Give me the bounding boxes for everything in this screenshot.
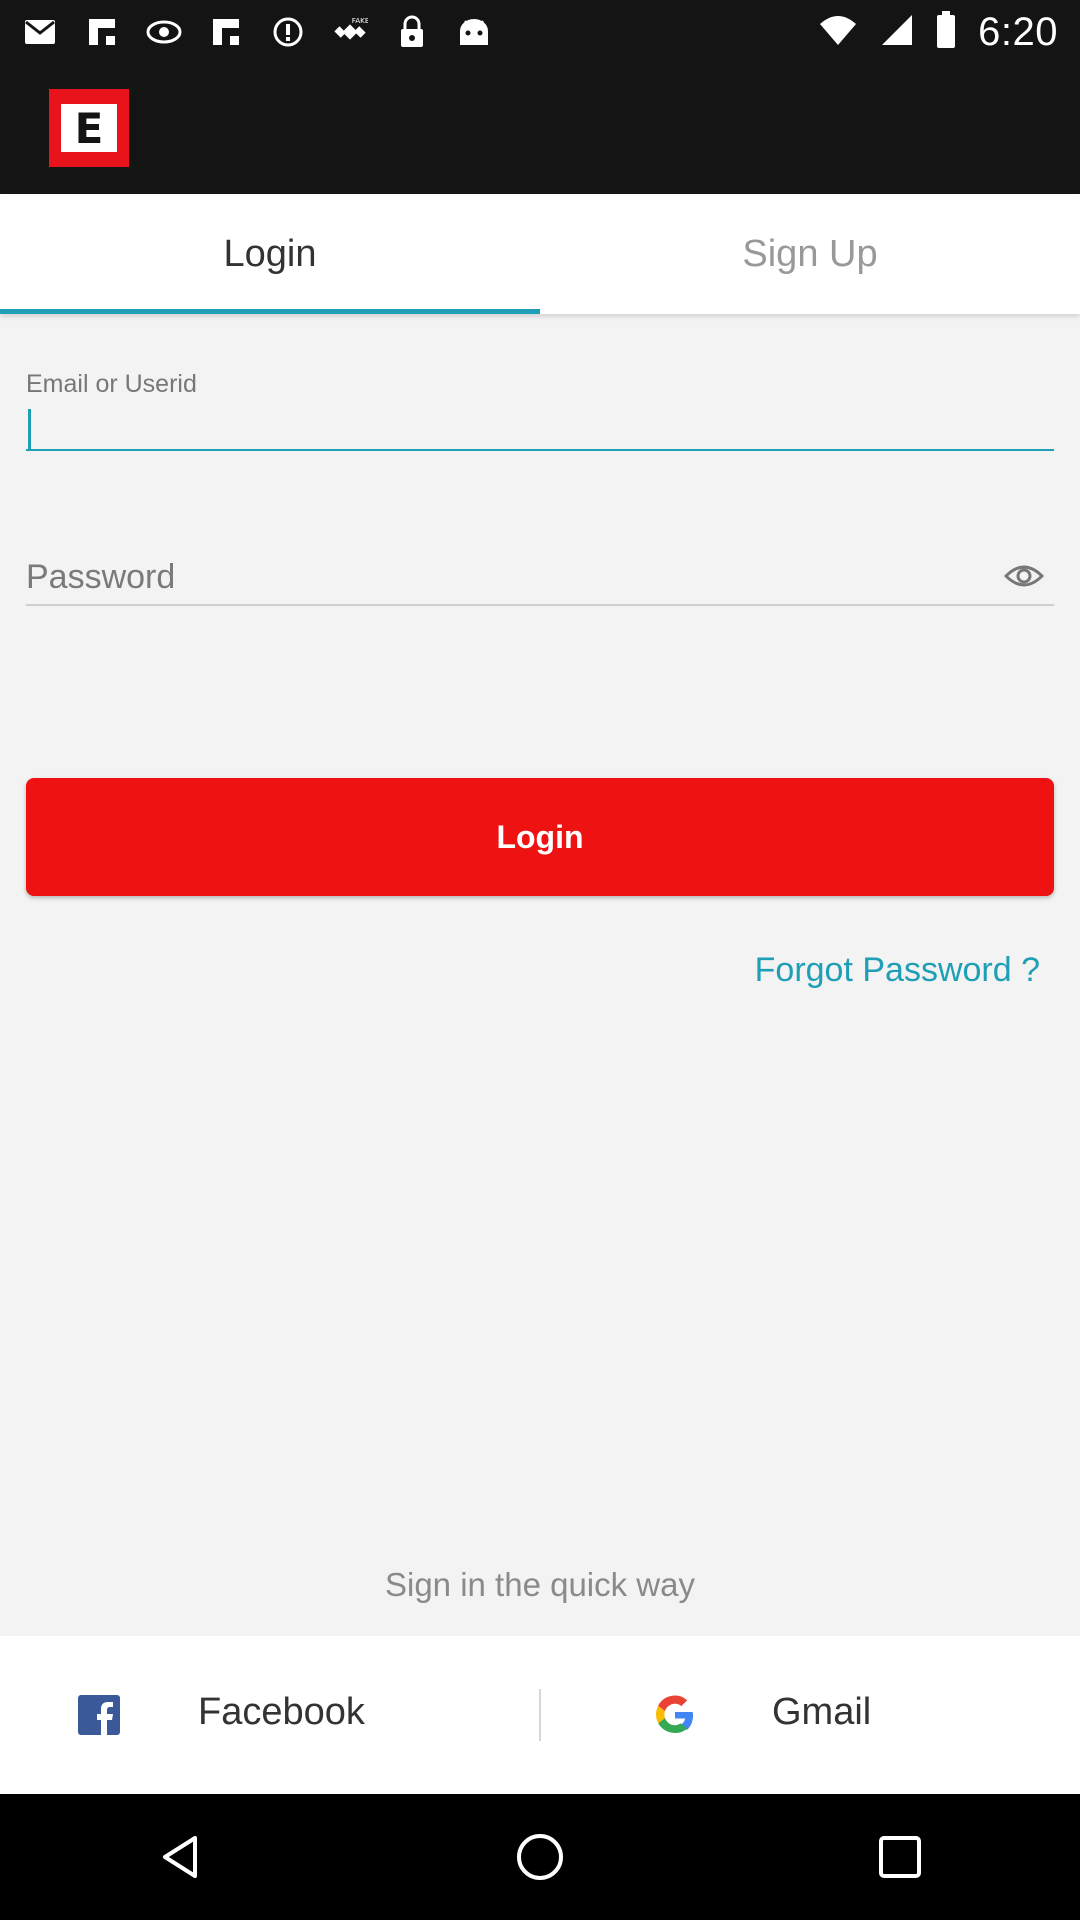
email-field[interactable]: Email or Userid bbox=[26, 370, 1054, 451]
app-logo-letter: E bbox=[61, 104, 117, 153]
gmail-label: Gmail bbox=[772, 1691, 872, 1733]
wifi-icon bbox=[818, 14, 858, 51]
show-password-icon[interactable] bbox=[1003, 562, 1045, 590]
system-status: 6:20 bbox=[818, 10, 1058, 55]
flipboard-icon bbox=[208, 14, 244, 50]
password-placeholder: Password bbox=[26, 557, 176, 596]
back-button[interactable] bbox=[150, 1827, 210, 1887]
svg-text:FAKE: FAKE bbox=[352, 16, 368, 25]
text-cursor bbox=[28, 409, 31, 449]
android-icon bbox=[456, 14, 492, 50]
tab-sign-up[interactable]: Sign Up bbox=[540, 194, 1080, 314]
email-label: Email or Userid bbox=[26, 370, 197, 398]
email-input[interactable] bbox=[26, 407, 1054, 451]
quick-signin-heading: Sign in the quick way bbox=[384, 1566, 695, 1603]
login-button[interactable]: Login bbox=[26, 778, 1054, 896]
auth-tabs: Login Sign Up bbox=[0, 194, 1080, 314]
facebook-icon bbox=[78, 1695, 120, 1735]
home-circle-icon bbox=[517, 1834, 563, 1880]
app-bar: E bbox=[0, 64, 1080, 194]
tab-login[interactable]: Login bbox=[0, 194, 540, 314]
home-button[interactable] bbox=[510, 1827, 570, 1887]
signal-icon bbox=[880, 13, 914, 52]
lock-icon bbox=[394, 14, 430, 50]
social-login-bar: Facebook Gmail bbox=[0, 1636, 1080, 1794]
status-bar: FAKE 6:20 bbox=[0, 0, 1080, 64]
email-icon bbox=[22, 14, 58, 50]
gmail-login-button[interactable]: Gmail bbox=[541, 1636, 1080, 1794]
notification-icons: FAKE bbox=[22, 14, 492, 50]
facebook-label: Facebook bbox=[198, 1691, 365, 1733]
app-logo: E bbox=[49, 89, 129, 167]
google-icon bbox=[653, 1693, 697, 1737]
eye-icon bbox=[146, 14, 182, 50]
flipboard-icon bbox=[84, 14, 120, 50]
facebook-login-button[interactable]: Facebook bbox=[0, 1636, 539, 1794]
forgot-password-link[interactable]: Forgot Password ? bbox=[755, 951, 1040, 990]
password-input[interactable]: Password bbox=[26, 550, 1054, 606]
recents-button[interactable] bbox=[870, 1827, 930, 1887]
info-icon bbox=[270, 14, 306, 50]
back-triangle-icon bbox=[163, 1836, 197, 1878]
navigation-bar bbox=[0, 1794, 1080, 1920]
password-field[interactable]: Password bbox=[26, 550, 1054, 606]
recents-square-icon bbox=[879, 1836, 921, 1878]
battery-icon bbox=[936, 10, 956, 54]
status-time: 6:20 bbox=[978, 9, 1058, 54]
fake-gps-icon: FAKE bbox=[332, 14, 368, 50]
